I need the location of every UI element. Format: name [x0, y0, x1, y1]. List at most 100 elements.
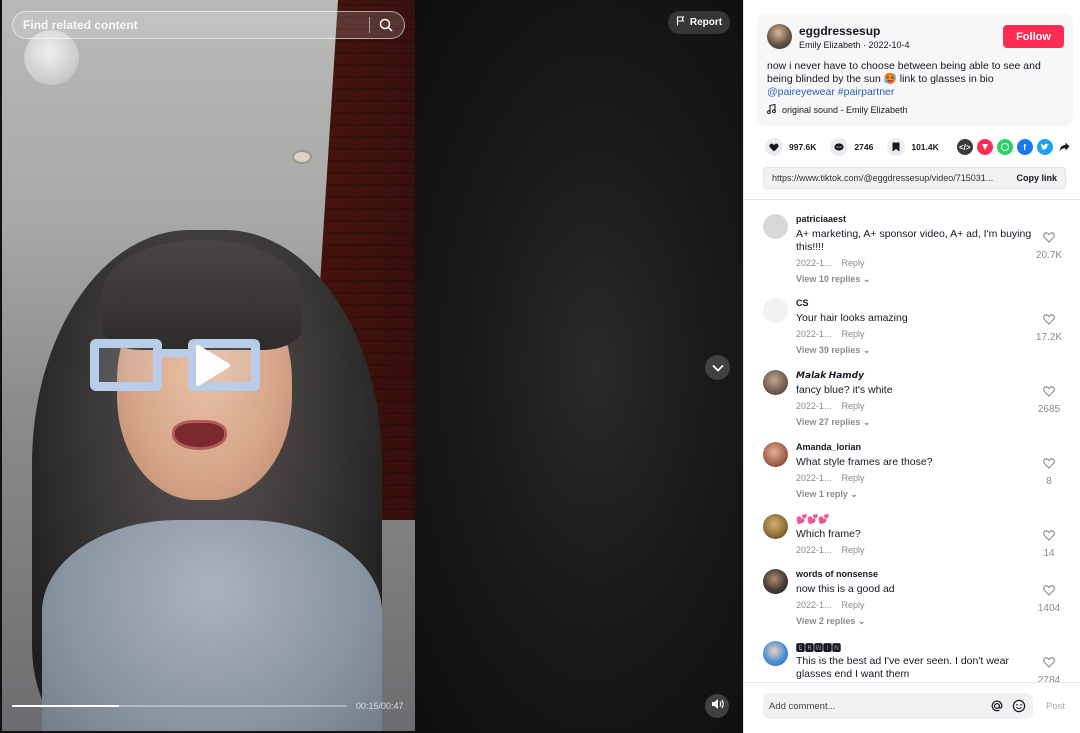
- comment-like-count: 8: [1046, 476, 1052, 487]
- heart-icon[interactable]: [765, 138, 783, 156]
- search-divider: [369, 17, 370, 33]
- heart-outline-icon[interactable]: [1043, 312, 1055, 329]
- view-replies-button[interactable]: View 2 replies ⌄: [796, 616, 1036, 627]
- view-replies-button[interactable]: View 1 reply ⌄: [796, 489, 1036, 500]
- video-actions: 997.6K 2746 101.4K </> f: [765, 137, 1070, 157]
- mention-icon[interactable]: [989, 698, 1005, 714]
- comment-username[interactable]: 💕💕💕: [796, 514, 1036, 526]
- send-to-friends-icon[interactable]: [976, 139, 993, 155]
- comment-composer: Post: [744, 682, 1080, 733]
- comment-like-count: 20.7K: [1035, 250, 1063, 261]
- speaker-icon: [711, 697, 724, 715]
- heart-outline-icon[interactable]: [1043, 456, 1055, 473]
- comment-meta: 2022-1... Reply: [796, 258, 1036, 268]
- comment-text: Which frame?: [796, 528, 861, 540]
- comment-body: words of nonsense now this is a good ad …: [796, 569, 1036, 627]
- view-replies-button[interactable]: View 10 replies ⌄: [796, 274, 1036, 285]
- comment-username[interactable]: CS: [796, 298, 1036, 310]
- heart-outline-icon[interactable]: [1043, 583, 1055, 600]
- whatsapp-icon[interactable]: [996, 139, 1013, 155]
- search-input[interactable]: [23, 18, 361, 32]
- comment-action[interactable]: 2746: [830, 138, 873, 156]
- bookmark-icon[interactable]: [887, 138, 906, 156]
- copy-link-button[interactable]: Copy link: [1016, 173, 1057, 183]
- comment-avatar[interactable]: [763, 370, 788, 395]
- post-button[interactable]: Post: [1046, 701, 1065, 712]
- comment-like-count: 17.2K: [1035, 332, 1063, 343]
- comment-list[interactable]: patriciaaest A+ marketing, A+ sponsor vi…: [744, 200, 1080, 682]
- reply-button[interactable]: Reply: [842, 258, 865, 268]
- details-panel: eggdressesup Emily Elizabeth · 2022-10-4…: [743, 0, 1080, 733]
- author-username[interactable]: eggdressesup: [799, 24, 880, 38]
- sound-row[interactable]: original sound - Emily Elizabeth: [767, 103, 908, 116]
- like-count: 997.6K: [789, 142, 817, 152]
- comment-like[interactable]: 20.7K: [1029, 230, 1069, 261]
- reply-button[interactable]: Reply: [842, 473, 865, 483]
- embed-icon[interactable]: </>: [956, 139, 973, 155]
- comment-meta: 2022-1... Reply: [796, 600, 1036, 610]
- reply-button[interactable]: Reply: [842, 600, 865, 610]
- comment-text: now this is a good ad: [796, 583, 895, 595]
- follow-button[interactable]: Follow: [1003, 25, 1064, 48]
- heart-outline-icon[interactable]: [1043, 384, 1055, 401]
- comment-body: CS Your hair looks amazing 2022-1... Repl…: [796, 298, 1036, 356]
- comment-avatar[interactable]: [763, 569, 788, 594]
- comment-like[interactable]: 1404: [1029, 583, 1069, 614]
- view-replies-button[interactable]: View 39 replies ⌄: [796, 345, 1036, 356]
- comment-avatar[interactable]: [763, 442, 788, 467]
- next-video-button[interactable]: [705, 355, 730, 380]
- author-avatar[interactable]: [767, 24, 792, 49]
- video-progress-bar[interactable]: [12, 705, 347, 707]
- comment-body: patriciaaest A+ marketing, A+ sponsor vi…: [796, 214, 1036, 285]
- twitter-icon[interactable]: [1036, 139, 1053, 155]
- video-player[interactable]: Report 00:15/00:47: [0, 0, 743, 733]
- volume-button[interactable]: [705, 694, 729, 718]
- heart-outline-icon[interactable]: [1043, 655, 1055, 672]
- comment-like[interactable]: 8: [1029, 456, 1069, 487]
- comment-input[interactable]: [769, 700, 983, 712]
- person-bangs-image: [102, 240, 302, 350]
- share-icons: </> f: [956, 139, 1073, 155]
- play-icon[interactable]: [192, 343, 232, 388]
- comment-avatar[interactable]: [763, 214, 788, 239]
- save-action[interactable]: 101.4K: [887, 138, 939, 156]
- comment-username[interactable]: 𝙈𝙖𝙡𝙖𝙠 𝙃𝙖𝙢𝙙𝙮: [796, 370, 1036, 382]
- caption-tags[interactable]: @paireyewear #pairpartner: [767, 86, 894, 98]
- comment-text: Your hair looks amazing: [796, 312, 908, 324]
- comment-date: 2022-1...: [796, 545, 832, 555]
- heart-outline-icon[interactable]: [1043, 528, 1055, 545]
- video-url[interactable]: https://www.tiktok.com/@eggdressesup/vid…: [772, 173, 1008, 183]
- comment-avatar[interactable]: [763, 298, 788, 323]
- comment-like[interactable]: 17.2K: [1029, 312, 1069, 343]
- comment-like[interactable]: 14: [1029, 528, 1069, 559]
- comment-like[interactable]: 2784: [1029, 655, 1069, 682]
- view-replies-button[interactable]: View 27 replies ⌄: [796, 417, 1036, 428]
- search-icon[interactable]: [378, 17, 394, 33]
- comment-username[interactable]: 🅴🆁🆆🅸🅽: [796, 641, 1036, 653]
- comment-username[interactable]: patriciaaest: [796, 214, 1036, 226]
- heart-outline-icon[interactable]: [1043, 230, 1055, 247]
- related-content-search[interactable]: [12, 11, 405, 39]
- reply-button[interactable]: Reply: [842, 329, 865, 339]
- emoji-icon[interactable]: [1011, 698, 1027, 714]
- report-label: Report: [689, 17, 723, 28]
- report-button[interactable]: Report: [668, 11, 730, 34]
- chevron-down-icon: [711, 359, 724, 377]
- comment-username[interactable]: Amanda_lorian: [796, 442, 1036, 454]
- comment-date: 2022-1...: [796, 258, 832, 268]
- sound-name: original sound - Emily Elizabeth: [782, 105, 908, 115]
- comment-like[interactable]: 2685: [1029, 384, 1069, 415]
- share-arrow-icon[interactable]: [1057, 139, 1073, 155]
- reply-button[interactable]: Reply: [842, 401, 865, 411]
- comment-text: This is the best ad I've ever seen. I do…: [796, 655, 1009, 680]
- author-card: eggdressesup Emily Elizabeth · 2022-10-4…: [757, 14, 1073, 126]
- like-action[interactable]: 997.6K: [765, 138, 816, 156]
- comment-avatar[interactable]: [763, 641, 788, 666]
- comment-meta: 2022-1... Reply: [796, 401, 1036, 411]
- comment-avatar[interactable]: [763, 514, 788, 539]
- facebook-icon[interactable]: f: [1016, 139, 1033, 155]
- comment-icon[interactable]: [830, 138, 849, 156]
- reply-button[interactable]: Reply: [842, 545, 865, 555]
- comment-username[interactable]: words of nonsense: [796, 569, 1036, 581]
- comment-date: 2022-1...: [796, 473, 832, 483]
